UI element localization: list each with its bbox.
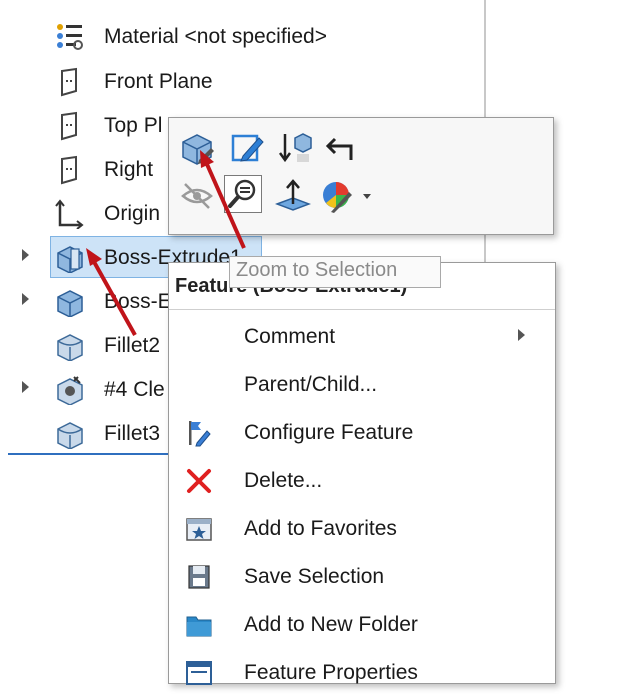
tree-item-label: Material <not specified> — [104, 25, 327, 48]
menu-item-label: Save Selection — [244, 565, 385, 588]
edit-sketch-icon — [229, 134, 265, 170]
tree-item-label: Origin — [104, 202, 161, 225]
hide-button[interactable] — [179, 178, 215, 214]
material-icon — [54, 22, 84, 50]
favorites-icon — [185, 515, 213, 543]
expand-arrow-icon[interactable] — [22, 249, 29, 261]
edit-feature-button[interactable] — [179, 130, 215, 166]
zoom-icon — [225, 179, 261, 216]
fillet-icon — [54, 419, 84, 450]
menu-item-label: Configure Feature — [244, 421, 414, 444]
fillet-icon — [54, 331, 84, 362]
configure-feature-icon — [185, 419, 213, 447]
edit-sketch-button[interactable] — [229, 130, 265, 166]
hole-wizard-icon — [54, 375, 84, 406]
menu-item-label: Delete... — [244, 469, 323, 492]
extrude-icon — [54, 287, 84, 318]
tree-item-label: Boss-E — [104, 290, 172, 313]
folder-icon — [185, 611, 213, 639]
save-selection-icon — [185, 563, 213, 591]
context-toolbar — [168, 117, 554, 235]
menu-item-save-selection[interactable]: Save Selection — [169, 555, 555, 599]
hide-eye-icon — [179, 183, 215, 218]
menu-separator — [169, 309, 555, 310]
appearance-button[interactable] — [319, 178, 379, 214]
submenu-arrow-icon — [518, 329, 525, 341]
menu-item-add-to-favorites[interactable]: Add to Favorites — [169, 507, 555, 551]
menu-item-label: Comment — [244, 325, 336, 348]
menu-item-label: Add to New Folder — [244, 613, 418, 636]
delete-icon — [185, 467, 213, 495]
tree-item-front-plane[interactable]: Front Plane — [0, 61, 480, 101]
menu-item-add-to-new-folder[interactable]: Add to New Folder — [169, 603, 555, 647]
normal-to-button[interactable] — [274, 178, 312, 214]
tree-item-label: Front Plane — [104, 70, 213, 93]
tree-item-material[interactable]: Material <not specified> — [0, 16, 480, 56]
tree-bottom-divider — [8, 453, 168, 455]
tooltip: Zoom to Selection — [229, 256, 441, 288]
expand-arrow-icon[interactable] — [22, 293, 29, 305]
menu-item-label: Parent/Child... — [244, 373, 378, 396]
extrude-icon — [54, 243, 84, 274]
feature-properties-icon — [185, 659, 213, 687]
tree-item-label: Top Pl — [104, 114, 163, 137]
zoom-to-selection-button[interactable] — [224, 175, 262, 213]
menu-item-delete[interactable]: Delete... — [169, 459, 555, 503]
context-menu: Feature (Boss-Extrude1) Comment Parent/C… — [168, 262, 556, 685]
plane-icon — [54, 111, 84, 141]
appearance-icon — [319, 182, 379, 218]
plane-icon — [54, 67, 84, 97]
return-arrow-icon — [321, 137, 357, 170]
menu-item-label: Feature Properties — [244, 661, 418, 684]
menu-item-comment[interactable]: Comment — [169, 315, 555, 359]
menu-item-feature-properties[interactable]: Feature Properties — [169, 651, 555, 695]
origin-icon — [54, 199, 84, 230]
tree-item-label: Right — [104, 158, 154, 181]
tree-item-label: Fillet2 — [104, 334, 161, 357]
menu-item-parent-child[interactable]: Parent/Child... — [169, 363, 555, 407]
rollback-icon — [277, 133, 313, 170]
tree-item-label: #4 Cle — [104, 378, 165, 401]
plane-icon — [54, 155, 84, 185]
edit-feature-icon — [179, 134, 215, 170]
tree-item-label: Fillet3 — [104, 422, 161, 445]
expand-arrow-icon[interactable] — [22, 381, 29, 393]
menu-item-label: Add to Favorites — [244, 517, 397, 540]
rollback-button[interactable] — [277, 130, 313, 166]
menu-item-configure-feature[interactable]: Configure Feature — [169, 411, 555, 455]
normal-to-icon — [274, 179, 312, 218]
parent-child-button[interactable] — [321, 130, 357, 166]
